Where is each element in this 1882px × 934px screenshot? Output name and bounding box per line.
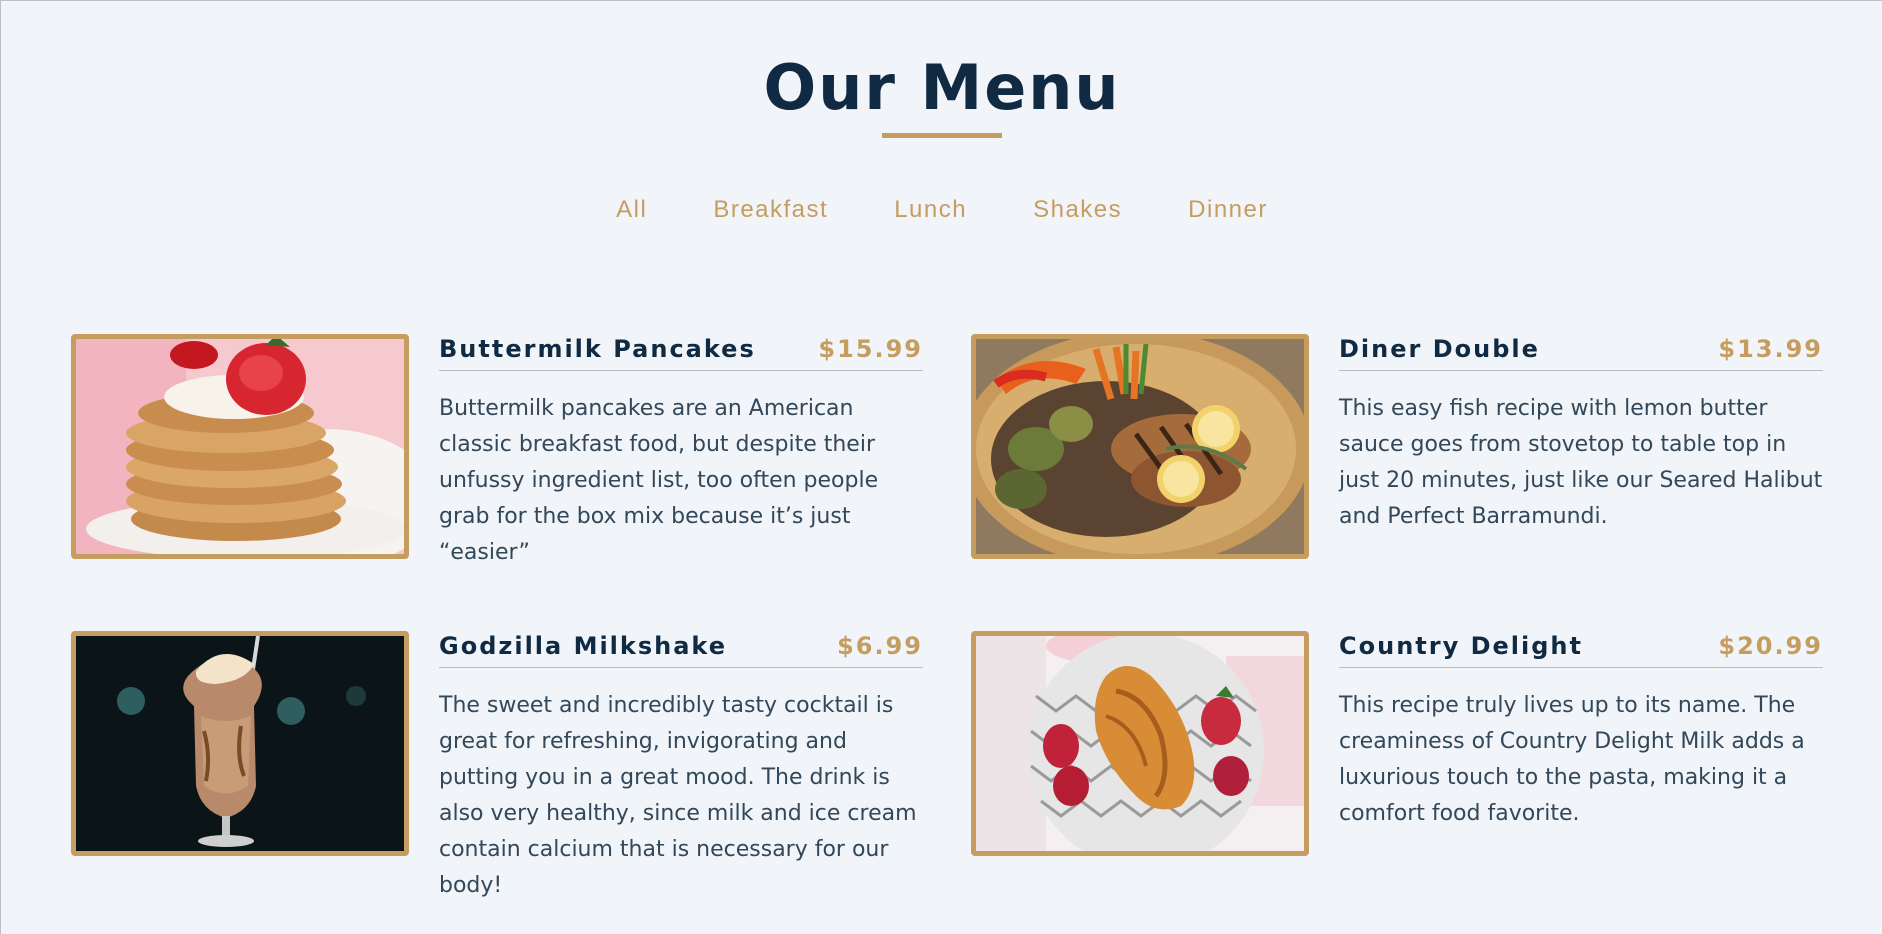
menu-item-header: Country Delight $20.99 xyxy=(1339,631,1823,668)
menu-item-description: Buttermilk pancakes are an American clas… xyxy=(439,396,879,565)
filter-dinner-button[interactable]: Dinner xyxy=(1155,195,1301,225)
filter-all-button[interactable]: All xyxy=(583,195,680,225)
menu-item-price: $20.99 xyxy=(1718,632,1823,660)
menu-item-price: $15.99 xyxy=(818,335,923,363)
menu-item-description: This recipe truly lives up to its name. … xyxy=(1339,693,1805,826)
filter-lunch-button[interactable]: Lunch xyxy=(861,195,1000,225)
grilled-fish-plate-photo xyxy=(971,334,1309,559)
menu-item-description: This easy fish recipe with lemon butter … xyxy=(1339,396,1823,529)
milkshake-photo xyxy=(71,631,409,856)
menu-items-grid: Buttermilk Pancakes $15.99 Buttermilk pa… xyxy=(71,334,1826,898)
menu-item-info: Buttermilk Pancakes $15.99 Buttermilk pa… xyxy=(439,334,923,571)
title-underline xyxy=(882,133,1002,138)
menu-item-price: $6.99 xyxy=(837,632,923,660)
category-filters: All Breakfast Lunch Shakes Dinner xyxy=(1,195,1882,225)
menu-item-country-delight: Country Delight $20.99 This recipe truly… xyxy=(971,631,1823,856)
menu-item-name: Country Delight xyxy=(1339,632,1583,660)
menu-item-info: Godzilla Milkshake $6.99 The sweet and i… xyxy=(439,631,923,904)
menu-title-section: Our Menu xyxy=(1,51,1882,138)
menu-item-description: The sweet and incredibly tasty cocktail … xyxy=(439,693,917,898)
croissant-strawberries-photo xyxy=(971,631,1309,856)
menu-item-header: Godzilla Milkshake $6.99 xyxy=(439,631,923,668)
menu-item-header: Buttermilk Pancakes $15.99 xyxy=(439,334,923,371)
menu-item-name: Godzilla Milkshake xyxy=(439,632,728,660)
filter-shakes-button[interactable]: Shakes xyxy=(1000,195,1155,225)
menu-item-godzilla-milkshake: Godzilla Milkshake $6.99 The sweet and i… xyxy=(71,631,923,898)
page-title: Our Menu xyxy=(763,51,1121,124)
menu-item-info: Country Delight $20.99 This recipe truly… xyxy=(1339,631,1823,832)
menu-item-name: Diner Double xyxy=(1339,335,1540,363)
menu-item-info: Diner Double $13.99 This easy fish recip… xyxy=(1339,334,1823,535)
menu-item-price: $13.99 xyxy=(1718,335,1823,363)
menu-item-diner-double: Diner Double $13.99 This easy fish recip… xyxy=(971,334,1823,559)
filter-breakfast-button[interactable]: Breakfast xyxy=(680,195,861,225)
menu-item-name: Buttermilk Pancakes xyxy=(439,335,756,363)
menu-item-buttermilk-pancakes: Buttermilk Pancakes $15.99 Buttermilk pa… xyxy=(71,334,923,565)
pancakes-photo xyxy=(71,334,409,559)
menu-item-header: Diner Double $13.99 xyxy=(1339,334,1823,371)
